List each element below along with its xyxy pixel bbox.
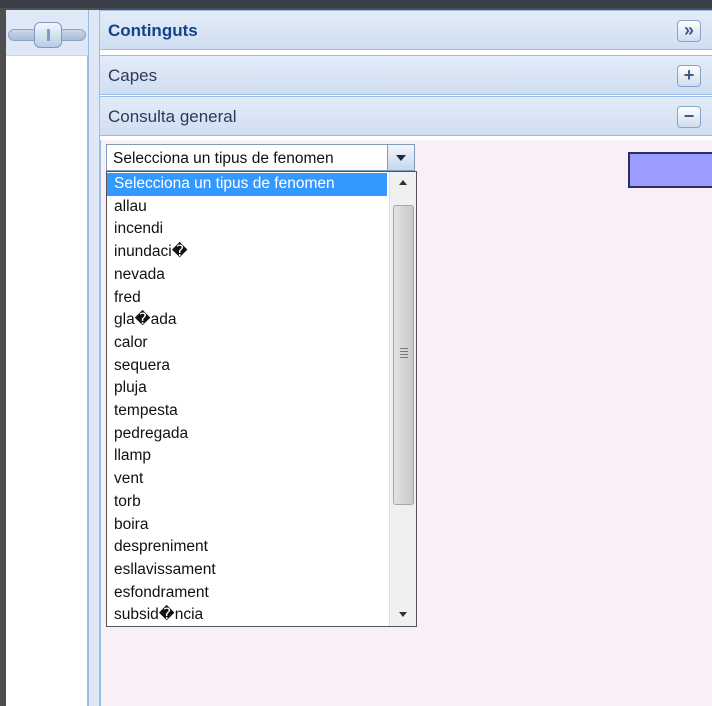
panel-splitter[interactable] bbox=[88, 10, 100, 706]
capes-title: Capes bbox=[108, 66, 158, 85]
list-item[interactable]: llamp bbox=[107, 445, 387, 468]
list-item[interactable]: vent bbox=[107, 468, 387, 491]
list-item[interactable]: sequera bbox=[107, 355, 387, 378]
list-item[interactable]: gla�ada bbox=[107, 309, 387, 332]
dropdown-scrollbar[interactable] bbox=[389, 172, 416, 626]
collapse-panel-button[interactable]: » bbox=[677, 20, 701, 42]
list-item[interactable]: torb bbox=[107, 491, 387, 514]
list-item[interactable]: nevada bbox=[107, 264, 387, 287]
consulta-general-header[interactable]: Consulta general − bbox=[100, 96, 712, 136]
list-item[interactable]: subsid�ncia bbox=[107, 604, 387, 626]
capes-header[interactable]: Capes + bbox=[100, 55, 712, 95]
list-item[interactable]: esllavissament bbox=[107, 559, 387, 582]
fenomen-dropdown-list: Selecciona un tipus de fenomen allau inc… bbox=[106, 171, 417, 627]
double-chevron-right-icon: » bbox=[683, 20, 694, 40]
consulta-general-body: Selecciona un tipus de fenomen Seleccion… bbox=[100, 140, 712, 706]
fenomen-select-value: Selecciona un tipus de fenomen bbox=[113, 150, 334, 167]
map-panel bbox=[6, 10, 88, 706]
list-item[interactable]: esfondrament bbox=[107, 582, 387, 605]
consulta-general-title: Consulta general bbox=[108, 107, 237, 126]
zoom-slider-thumb[interactable] bbox=[34, 22, 62, 48]
list-item[interactable]: allau bbox=[107, 196, 387, 219]
fenomen-select[interactable]: Selecciona un tipus de fenomen bbox=[106, 144, 415, 171]
marker-box bbox=[628, 152, 712, 188]
list-item[interactable]: incendi bbox=[107, 218, 387, 241]
list-item[interactable]: calor bbox=[107, 332, 387, 355]
accordion-panel: Continguts » Capes + Consulta general − … bbox=[100, 10, 712, 706]
scroll-down-arrow-icon[interactable] bbox=[390, 604, 416, 626]
plus-icon: + bbox=[683, 65, 695, 85]
list-item[interactable]: boira bbox=[107, 514, 387, 537]
zoom-toolbar bbox=[6, 10, 88, 56]
list-item[interactable]: fred bbox=[107, 287, 387, 310]
minus-icon: − bbox=[683, 106, 695, 126]
expand-capes-button[interactable]: + bbox=[677, 65, 701, 87]
scrollbar-thumb[interactable] bbox=[393, 205, 414, 505]
list-item[interactable]: pedregada bbox=[107, 423, 387, 446]
continguts-header[interactable]: Continguts » bbox=[100, 10, 712, 50]
grip-icon bbox=[400, 348, 408, 358]
collapse-consulta-button[interactable]: − bbox=[677, 106, 701, 128]
list-item[interactable]: tempesta bbox=[107, 400, 387, 423]
list-item[interactable]: Selecciona un tipus de fenomen bbox=[107, 173, 387, 196]
list-item[interactable]: despreniment bbox=[107, 536, 387, 559]
chevron-down-icon[interactable] bbox=[387, 145, 414, 170]
list-item[interactable]: pluja bbox=[107, 377, 387, 400]
continguts-title: Continguts bbox=[108, 21, 198, 40]
list-item[interactable]: inundaci� bbox=[107, 241, 387, 264]
window-top-bar bbox=[0, 0, 712, 8]
scroll-up-arrow-icon[interactable] bbox=[390, 172, 416, 194]
